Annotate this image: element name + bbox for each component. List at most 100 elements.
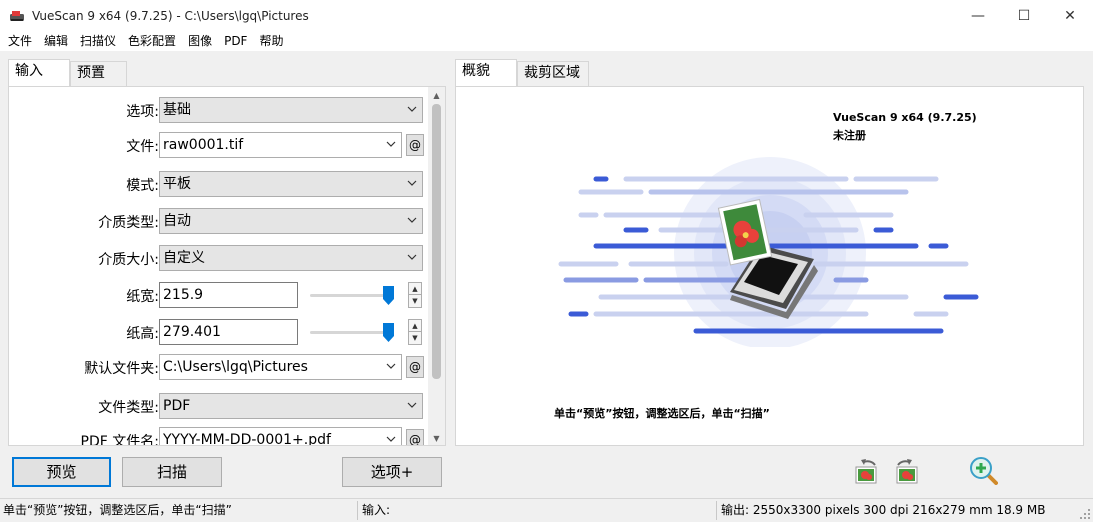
paper-width-spinner[interactable]: ▲ ▼	[408, 282, 422, 308]
file-select[interactable]: raw0001.tif	[159, 132, 402, 158]
default-folder-select[interactable]: C:\Users\lgq\Pictures	[159, 354, 402, 380]
chevron-down-icon	[407, 254, 417, 260]
spin-down-icon[interactable]: ▼	[409, 295, 421, 307]
paper-height-slider-thumb[interactable]	[383, 323, 394, 342]
options-value: 基础	[163, 102, 191, 118]
spin-down-icon[interactable]: ▼	[409, 332, 421, 344]
rotate-right-icon[interactable]	[892, 456, 922, 486]
registration-status: 未注册	[833, 129, 866, 142]
preview-panel: VueScan 9 x64 (9.7.25) 未注册 单击“预览”按钮，调整选区…	[455, 86, 1084, 446]
status-hint: 单击“预览”按钮，调整选区后，单击“扫描”	[3, 503, 232, 517]
paper-height-spinner[interactable]: ▲ ▼	[408, 319, 422, 345]
client-area: 输入 预置 概貌 裁剪区域 选项: 基础 文件: raw0001.tif @ 模…	[0, 51, 1093, 498]
media-size-label: 介质大小:	[98, 252, 159, 268]
paper-height-row: 纸高: 279.401 ▲ ▼	[9, 317, 429, 345]
paper-width-row: 纸宽: 215.9 ▲ ▼	[9, 280, 429, 308]
media-size-select[interactable]: 自定义	[159, 245, 423, 271]
default-folder-label: 默认文件夹:	[84, 361, 159, 377]
resize-grip-icon[interactable]	[1079, 508, 1091, 520]
file-variables-button[interactable]: @	[406, 134, 424, 156]
menu-edit[interactable]: 编辑	[38, 31, 74, 51]
options-label: 选项:	[126, 104, 159, 120]
window-title: VueScan 9 x64 (9.7.25) - C:\Users\lgq\Pi…	[32, 8, 309, 23]
pdf-filename-value: YYYY-MM-DD-0001+.pdf	[163, 432, 331, 446]
chevron-down-icon	[386, 436, 396, 442]
options-select[interactable]: 基础	[159, 97, 423, 123]
rotate-left-icon[interactable]	[851, 456, 881, 486]
mode-label: 模式:	[126, 178, 159, 194]
chevron-down-icon	[407, 217, 417, 223]
mode-value: 平板	[163, 176, 191, 192]
menu-file[interactable]: 文件	[2, 31, 38, 51]
chevron-down-icon	[386, 363, 396, 369]
file-type-select[interactable]: PDF	[159, 393, 423, 419]
vuescan-app-icon	[10, 10, 24, 21]
chevron-down-icon	[407, 180, 417, 186]
paper-height-slider[interactable]	[310, 331, 390, 334]
paper-width-input[interactable]: 215.9	[159, 282, 298, 308]
scroll-down-icon[interactable]: ▼	[428, 430, 445, 445]
scroll-up-icon[interactable]: ▲	[428, 87, 445, 104]
spin-up-icon[interactable]: ▲	[409, 320, 421, 332]
scan-button[interactable]: 扫描	[122, 457, 222, 487]
pdf-filename-select[interactable]: YYYY-MM-DD-0001+.pdf	[159, 427, 402, 446]
menu-pdf[interactable]: PDF	[218, 31, 253, 51]
file-type-label: 文件类型:	[98, 400, 159, 416]
preview-button[interactable]: 预览	[12, 457, 111, 487]
tab-overview[interactable]: 概貌	[455, 59, 517, 86]
title-bar: VueScan 9 x64 (9.7.25) - C:\Users\lgq\Pi…	[0, 0, 1093, 31]
status-output: 输出: 2550x3300 pixels 300 dpi 216x279 mm …	[721, 503, 1046, 517]
file-value: raw0001.tif	[163, 137, 244, 153]
status-bar: 单击“预览”按钮，调整选区后，单击“扫描” 输入: 输出: 2550x3300 …	[0, 498, 1093, 522]
settings-scrollbar[interactable]: ▲ ▼	[428, 87, 445, 445]
pdf-variables-button[interactable]: @	[406, 429, 424, 445]
menu-help[interactable]: 帮助	[253, 31, 289, 51]
app-version-text: VueScan 9 x64 (9.7.25)	[833, 111, 977, 124]
zoom-in-icon[interactable]	[968, 455, 998, 485]
menu-scanner[interactable]: 扫描仪	[74, 31, 122, 51]
mode-select[interactable]: 平板	[159, 171, 423, 197]
default-folder-value: C:\Users\lgq\Pictures	[163, 359, 308, 375]
pdf-filename-label: PDF 文件名:	[80, 434, 159, 446]
file-type-value: PDF	[163, 398, 191, 414]
scanner-illustration	[558, 157, 979, 347]
pdf-filename-row: PDF 文件名: YYYY-MM-DD-0001+.pdf @	[9, 425, 429, 446]
tab-crop-area[interactable]: 裁剪区域	[517, 61, 589, 86]
paper-width-slider[interactable]	[310, 294, 390, 297]
maximize-button[interactable]: ☐	[1001, 0, 1047, 31]
media-type-row: 介质类型: 自动	[9, 206, 429, 234]
paper-height-input[interactable]: 279.401	[159, 319, 298, 345]
file-label: 文件:	[126, 139, 159, 155]
menu-image[interactable]: 图像	[182, 31, 218, 51]
media-size-value: 自定义	[163, 250, 205, 266]
media-type-label: 介质类型:	[98, 215, 159, 231]
status-divider	[716, 501, 717, 520]
menu-color[interactable]: 色彩配置	[122, 31, 182, 51]
scroll-thumb[interactable]	[432, 104, 441, 379]
close-button[interactable]: ✕	[1047, 0, 1093, 31]
mode-row: 模式: 平板	[9, 169, 429, 197]
tab-input[interactable]: 输入	[8, 59, 70, 86]
menu-bar: 文件 编辑 扫描仪 色彩配置 图像 PDF 帮助	[0, 31, 1093, 51]
input-settings-panel: 选项: 基础 文件: raw0001.tif @ 模式: 平板 介质类型: 自动…	[8, 86, 446, 446]
status-input: 输入:	[362, 503, 391, 517]
file-row: 文件: raw0001.tif @	[9, 130, 429, 158]
media-type-select[interactable]: 自动	[159, 208, 423, 234]
chevron-down-icon	[407, 106, 417, 112]
paper-width-label: 纸宽:	[126, 289, 159, 305]
paper-height-label: 纸高:	[126, 326, 159, 342]
options-row: 选项: 基础	[9, 95, 429, 123]
spin-up-icon[interactable]: ▲	[409, 283, 421, 295]
status-divider	[357, 501, 358, 520]
chevron-down-icon	[386, 141, 396, 147]
media-size-row: 介质大小: 自定义	[9, 243, 429, 271]
media-type-value: 自动	[163, 213, 191, 229]
minimize-button[interactable]: —	[955, 0, 1001, 31]
options-plus-button[interactable]: 选项+	[342, 457, 442, 487]
file-type-row: 文件类型: PDF	[9, 391, 429, 419]
chevron-down-icon	[407, 402, 417, 408]
folder-variables-button[interactable]: @	[406, 356, 424, 378]
paper-width-slider-thumb[interactable]	[383, 286, 394, 305]
tab-presets[interactable]: 预置	[70, 61, 127, 86]
preview-hint-text: 单击“预览”按钮，调整选区后，单击“扫描”	[554, 407, 770, 420]
